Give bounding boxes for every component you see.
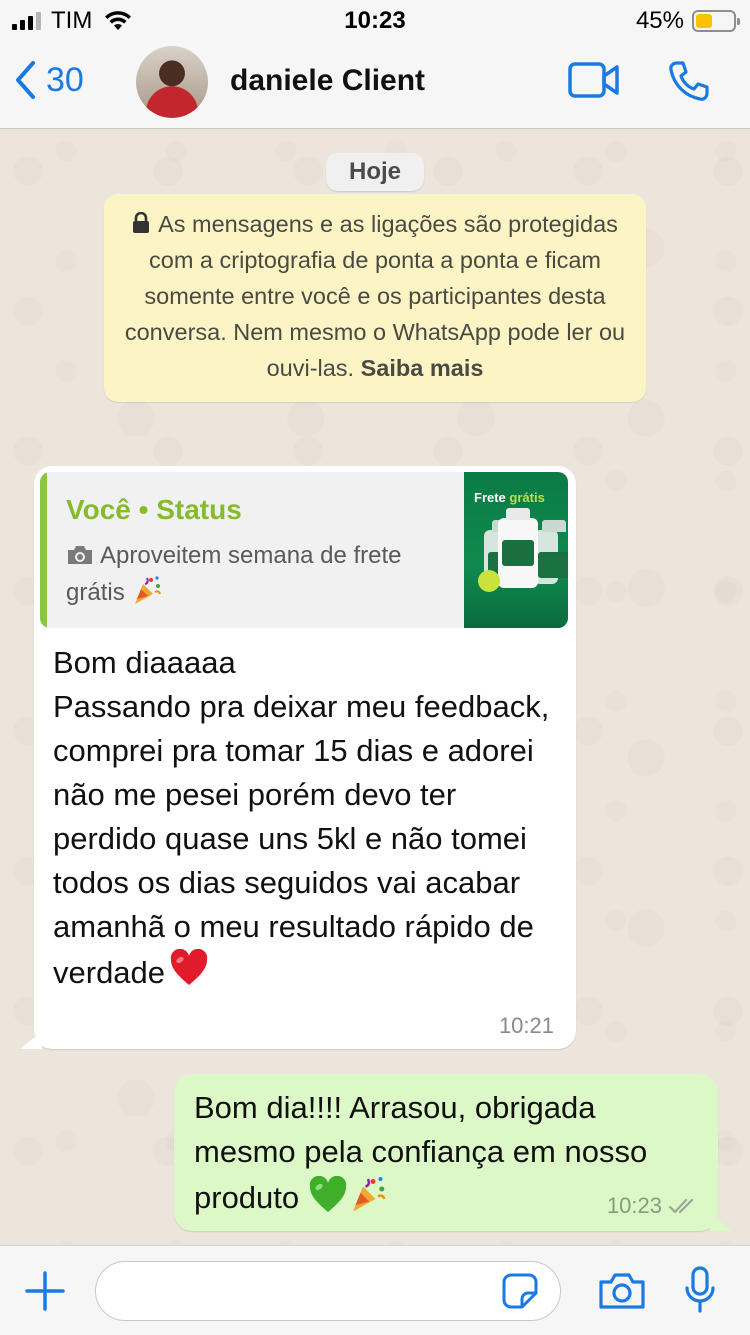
status-right: 45% [635,7,740,35]
attach-button[interactable] [24,1270,66,1317]
chevron-left-icon [16,61,35,99]
camera-button[interactable] [598,1272,646,1315]
quoted-status[interactable]: Você • Status Aproveitem semana de frete… [40,472,568,628]
quote-accent-bar [40,472,47,628]
composer-bar [0,1245,750,1335]
unread-count: 30 [46,60,84,99]
status-bar: TIM 10:23 45% [0,0,750,40]
outgoing-message-body: Bom dia!!!! Arrasou, obrigada mesmo pela… [194,1090,648,1215]
seal-icon [478,570,500,592]
video-call-button[interactable] [568,62,620,103]
party-popper-icon [135,576,162,604]
quote-text: Aproveitem semana de frete grátis [66,542,402,606]
plus-icon [25,1271,65,1311]
microphone-icon [685,1266,715,1313]
contact-avatar[interactable] [136,46,208,118]
red-heart-icon [170,949,208,985]
voice-call-button[interactable] [668,60,710,107]
product-bottle-icon [498,508,538,588]
video-call-icon [568,62,619,98]
microphone-button[interactable] [684,1266,716,1319]
encryption-notice[interactable]: As mensagens e as ligações são protegida… [104,194,646,402]
thumbnail-title: Frete grátis [474,490,545,505]
date-separator: Hoje [326,153,424,191]
message-time: 10:23 [606,1193,662,1218]
quote-author: Você • Status [66,494,242,525]
battery-level [696,14,713,28]
incoming-message-body: Bom diaaaaa Passando pra deixar meu feed… [53,645,550,990]
camera-icon [68,546,92,564]
bubble-tail [710,1213,732,1231]
back-button[interactable]: 30 [14,60,84,100]
quote-text-block: Aproveitem semana de frete grátis [66,538,456,611]
sticker-button[interactable] [502,1273,538,1314]
party-popper-icon [352,1177,386,1212]
battery-icon [692,10,740,32]
chat-area[interactable]: Hoje As mensagens e as ligações são prot… [0,129,750,1245]
message-time: 10:21 [498,1013,554,1038]
sticker-icon [502,1273,538,1309]
lock-icon [133,212,150,233]
outgoing-message[interactable]: Bom dia!!!! Arrasou, obrigada mesmo pela… [174,1074,732,1231]
phone-icon [669,61,709,101]
green-heart-icon [309,1176,346,1212]
chat-header: 30 daniele Client [0,40,750,129]
battery-percent: 45% [635,7,684,34]
incoming-message-text: Bom diaaaaa Passando pra deixar meu feed… [53,641,558,995]
message-meta: 10:23 [607,1193,698,1219]
double-check-icon [668,1198,694,1214]
bubble-tail [20,1031,42,1049]
contact-name[interactable]: daniele Client [230,64,425,98]
camera-icon [599,1273,645,1309]
incoming-message[interactable]: Você • Status Aproveitem semana de frete… [20,466,576,1049]
status-thumbnail: Frete grátis [464,472,568,628]
message-input[interactable] [95,1261,561,1321]
learn-more-link[interactable]: Saiba mais [361,355,484,381]
